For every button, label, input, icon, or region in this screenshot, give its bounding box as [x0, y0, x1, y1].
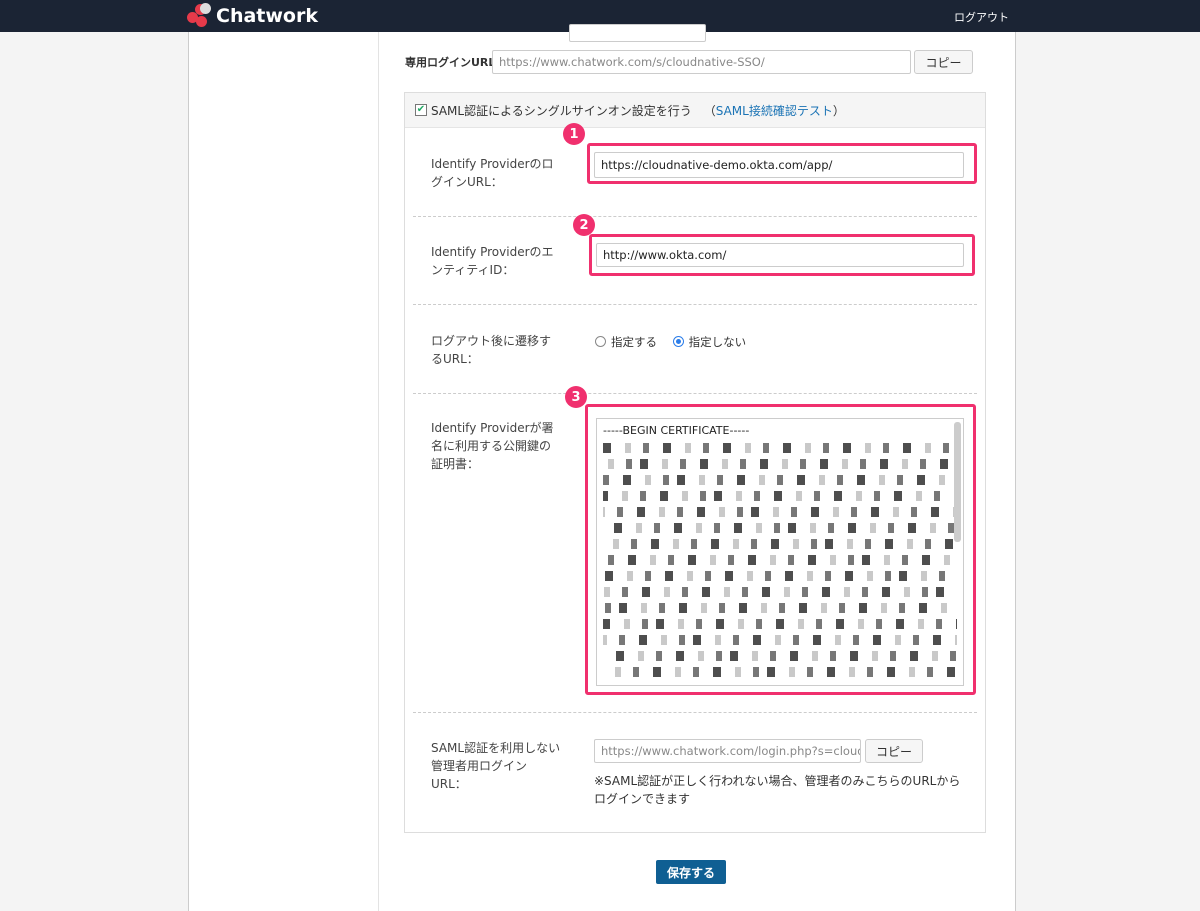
logout-redirect-label: ログアウト後に遷移するURL： — [431, 334, 552, 366]
logout-redirect-options: 指定する 指定しない — [595, 334, 746, 350]
marker-1: 1 — [563, 123, 585, 145]
highlight-box-1 — [587, 143, 977, 184]
idp-login-url-label: Identify ProviderのログインURL： — [431, 157, 554, 189]
brand-name: Chatwork — [216, 5, 318, 27]
copy-login-url-button[interactable]: コピー — [914, 50, 973, 74]
highlight-box-2 — [589, 234, 975, 276]
saml-checkbox[interactable]: ✔ — [415, 104, 427, 116]
sso-id-input[interactable] — [569, 24, 706, 42]
saml-checkbox-label: SAML認証によるシングルサインオン設定を行う — [431, 103, 692, 118]
divider — [413, 393, 977, 394]
save-button[interactable]: 保存する — [656, 860, 726, 884]
logo-icon — [186, 3, 212, 29]
chatwork-logo[interactable]: Chatwork — [186, 3, 318, 29]
admin-login-note: ※SAML認証が正しく行われない場合、管理者のみこちらのURLからログインできま… — [594, 774, 961, 806]
radio-specify[interactable]: 指定する — [595, 335, 657, 349]
login-url-input[interactable]: https://www.chatwork.com/s/cloudnative-S… — [492, 50, 911, 74]
admin-login-label: SAML認証を利用しない管理者用ログインURL： — [431, 741, 561, 791]
marker-2: 2 — [573, 214, 595, 236]
certificate-label: Identify Providerが署名に利用する公開鍵の証明書： — [431, 421, 554, 471]
divider — [413, 712, 977, 713]
radio-not-specify[interactable]: 指定しない — [672, 335, 746, 349]
admin-login-url-input[interactable]: https://www.chatwork.com/login.php?s=clo… — [594, 739, 861, 763]
highlight-box-3 — [585, 404, 976, 695]
entity-id-label: Identify ProviderのエンティティID： — [431, 245, 554, 277]
logout-link[interactable]: ログアウト — [954, 9, 1009, 25]
saml-header: ✔ SAML認証によるシングルサインオン設定を行う （SAML接続確認テスト） — [405, 93, 985, 128]
copy-admin-url-button[interactable]: コピー — [865, 739, 923, 763]
divider — [413, 216, 977, 217]
divider — [413, 304, 977, 305]
marker-3: 3 — [565, 386, 587, 408]
login-url-label: 専用ログインURL: — [405, 56, 500, 69]
saml-test-link[interactable]: SAML接続確認テスト — [716, 104, 833, 118]
